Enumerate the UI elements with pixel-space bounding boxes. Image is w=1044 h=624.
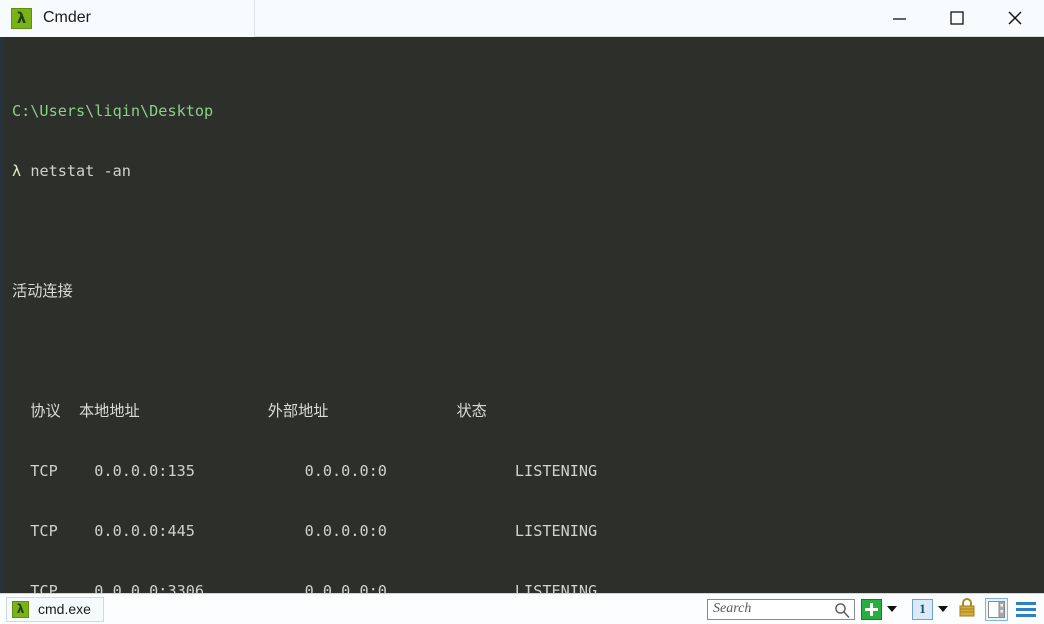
new-console-group <box>861 598 897 620</box>
chevron-down-icon[interactable] <box>938 606 948 612</box>
active-console-button[interactable]: 1 <box>912 598 933 620</box>
lock-icon[interactable] <box>957 596 977 623</box>
screen: 加粗 斜体 标题 删除线 无序 有序 at -an 命令， netstat 命令… <box>0 0 1044 624</box>
window-title: Cmder <box>43 9 92 26</box>
window-controls <box>870 0 1044 37</box>
close-button[interactable] <box>986 0 1044 37</box>
minimize-button[interactable] <box>870 0 928 37</box>
prompt-path: C:\Users\liqin\Desktop <box>12 102 214 120</box>
netstat-row: TCP 0.0.0.0:135 0.0.0.0:0 LISTENING <box>12 462 598 480</box>
terminal-output[interactable]: C:\Users\liqin\Desktop λ netstat -an 活动连… <box>4 37 1044 593</box>
command-line: λ netstat -an <box>12 161 1044 181</box>
table-headers: 协议 本地地址 外部地址 状态 <box>12 402 487 420</box>
cmder-window: λ Cmder C:\Users\liqin\Desktop λ netstat… <box>0 0 1044 624</box>
split-pane-icon[interactable] <box>985 597 1008 621</box>
netstat-row: TCP 0.0.0.0:445 0.0.0.0:0 LISTENING <box>12 522 598 540</box>
netstat-row: TCP 0.0.0.0:3306 0.0.0.0:0 LISTENING <box>12 582 598 593</box>
tab-label: cmd.exe <box>38 601 91 617</box>
terminal-area[interactable]: C:\Users\liqin\Desktop λ netstat -an 活动连… <box>0 37 1044 593</box>
hamburger-menu-icon[interactable] <box>1016 599 1036 620</box>
command-text <box>21 162 30 180</box>
tab-cmd-exe[interactable]: λ cmd.exe <box>6 596 104 622</box>
section-title: 活动连接 <box>12 282 73 300</box>
prompt-symbol: λ <box>12 162 22 180</box>
lambda-icon: λ <box>12 600 29 618</box>
title-bar-left: λ Cmder <box>0 0 255 37</box>
title-bar-drag-area[interactable] <box>255 0 870 37</box>
lambda-icon: λ <box>11 7 32 29</box>
maximize-button[interactable] <box>928 0 986 37</box>
title-bar[interactable]: λ Cmder <box>0 0 1044 37</box>
status-bar: λ cmd.exe 1 <box>0 593 1044 624</box>
active-console-group: 1 <box>903 598 948 620</box>
search-icon <box>834 602 850 623</box>
chevron-down-icon[interactable] <box>887 606 897 612</box>
new-console-button[interactable] <box>861 598 882 620</box>
command-value: netstat -an <box>30 162 131 180</box>
search-input[interactable] <box>713 601 833 617</box>
search-box[interactable] <box>707 598 855 623</box>
